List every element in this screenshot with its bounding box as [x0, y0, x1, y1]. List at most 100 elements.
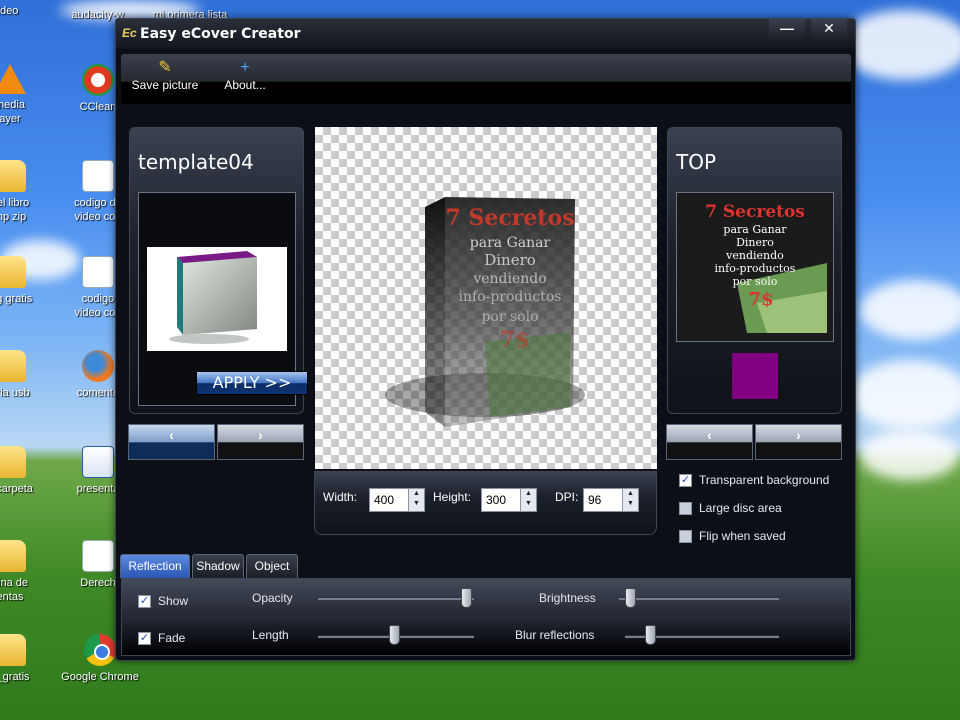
brightness-slider-thumb[interactable]	[625, 588, 636, 608]
desktop-icon-label: ideo	[0, 5, 19, 17]
height-input[interactable]: 300 ▲ ▼	[481, 488, 537, 512]
folder-icon	[0, 540, 26, 572]
desktop-icon-folder[interactable]: a carpeta	[0, 446, 50, 496]
flip-when-saved-checkbox[interactable]	[679, 530, 692, 543]
cover-next-button[interactable]: ›	[755, 424, 842, 460]
opacity-slider-thumb[interactable]	[461, 588, 472, 608]
desktop-icon-label: media ayer	[0, 99, 25, 125]
cover-line: info-productos	[459, 289, 562, 305]
dpi-input[interactable]: 96 ▲ ▼	[583, 488, 639, 512]
width-input[interactable]: 400 ▲ ▼	[369, 488, 425, 512]
folder-icon	[0, 256, 26, 288]
desktop-icon-folder[interactable]: ing gratis	[0, 256, 50, 306]
transparent-background-label: Transparent background	[699, 473, 830, 487]
width-value: 400	[374, 493, 395, 507]
thumb-line: vendiendo	[725, 249, 784, 262]
desktop-icon-folder[interactable]: oria usb	[0, 350, 50, 400]
cover-title: 7 Secretos	[445, 205, 574, 231]
word-document-icon	[82, 446, 114, 478]
cover-image-frame[interactable]: 7 Secretos para Ganar Dinero vendiendo i…	[676, 192, 834, 342]
spin-arrows-icon[interactable]: ▲ ▼	[622, 489, 638, 511]
cloud	[840, 10, 960, 80]
fade-label: Fade	[158, 631, 186, 645]
brightness-label: Brightness	[539, 591, 596, 605]
cover-preview-canvas[interactable]: 7 Secretos para Ganar Dinero vendiendo i…	[315, 127, 657, 469]
flip-when-saved-label: Flip when saved	[699, 529, 786, 543]
spin-arrows-icon[interactable]: ▲ ▼	[408, 489, 424, 511]
desktop-icon-folder[interactable]: del libro mp zip	[0, 160, 50, 224]
desktop-icon-label: del libro mp zip	[0, 197, 30, 223]
spin-arrows-icon[interactable]: ▲ ▼	[520, 489, 536, 511]
app-window: Ec Easy eCover Creator — ✕ ✎ Save pictur…	[115, 18, 856, 661]
desktop-icon-label: comente	[76, 387, 120, 399]
desktop-icon[interactable]: ideo	[0, 4, 48, 18]
cover-image-thumbnail: 7 Secretos para Ganar Dinero vendiendo i…	[681, 197, 829, 337]
thumb-title: 7 Secretos	[705, 202, 805, 222]
desktop-icon-folder[interactable]: gina de entas	[0, 540, 50, 604]
desktop-icon-vlc[interactable]: media ayer	[0, 64, 50, 126]
desktop-icon-label: oria usb	[0, 387, 30, 399]
template-name: template04	[138, 150, 254, 174]
cover-price: 7$	[500, 327, 531, 353]
cover-side-title: TOP	[676, 150, 717, 174]
close-button[interactable]: ✕	[811, 19, 847, 39]
thumb-line: info-productos	[715, 262, 796, 275]
document-icon	[82, 540, 114, 572]
show-checkbox[interactable]: ✓	[138, 595, 151, 608]
about-label: About...	[224, 78, 266, 92]
cover-line: por solo	[481, 309, 538, 325]
opacity-slider-track[interactable]	[318, 597, 474, 600]
pencil-icon: ✎	[158, 59, 172, 76]
app-logo-icon: Ec	[122, 26, 137, 40]
document-icon	[82, 256, 114, 288]
vlc-icon	[0, 64, 26, 94]
desktop-icon-label: presenta	[76, 483, 120, 495]
width-label: Width:	[323, 490, 358, 504]
chrome-icon	[84, 634, 116, 666]
tab-reflection[interactable]: Reflection	[120, 554, 190, 578]
length-slider-thumb[interactable]	[389, 625, 400, 645]
tab-object[interactable]: Object	[246, 554, 298, 578]
large-disc-area-label: Large disc area	[699, 501, 782, 515]
minimize-button[interactable]: —	[769, 19, 805, 39]
brightness-slider-track[interactable]	[619, 597, 779, 600]
cover-prev-button[interactable]: ‹	[666, 424, 753, 460]
desktop-icon-label: a carpeta	[0, 483, 33, 495]
template-next-button[interactable]: ›	[217, 424, 304, 460]
transparent-background-checkbox[interactable]: ✓	[679, 474, 692, 487]
folder-icon	[0, 446, 26, 478]
folder-icon	[0, 634, 26, 666]
dpi-label: DPI:	[555, 490, 579, 504]
cover-line: para Ganar	[470, 235, 551, 251]
desktop-icon-label: Derech	[80, 577, 116, 589]
template-preview-frame: APPLY >>	[138, 192, 308, 406]
cover-image-panel: TOP 7 Secretos para Ganar Dinero vendien…	[667, 127, 842, 414]
desktop-icon-label: Google Chrome	[61, 671, 139, 683]
height-label: Height:	[433, 490, 472, 504]
fade-checkbox[interactable]: ✓	[138, 632, 151, 645]
save-picture-button[interactable]: ✎ Save picture	[125, 58, 205, 92]
firefox-icon	[82, 350, 114, 382]
tab-shadow[interactable]: Shadow	[192, 554, 244, 578]
title-bar[interactable]: Ec Easy eCover Creator — ✕	[116, 19, 855, 49]
save-picture-label: Save picture	[131, 78, 199, 92]
apply-button[interactable]: APPLY >>	[196, 371, 308, 395]
about-button[interactable]: + About...	[215, 58, 275, 92]
show-label: Show	[158, 594, 189, 608]
plus-icon: +	[240, 59, 250, 76]
folder-icon	[0, 160, 26, 192]
cover-line: vendiendo	[472, 271, 546, 287]
blur-slider-thumb[interactable]	[645, 625, 656, 645]
color-swatch[interactable]	[732, 353, 778, 399]
dpi-value: 96	[588, 493, 602, 507]
ecover-3d-preview: 7 Secretos para Ganar Dinero vendiendo i…	[385, 197, 585, 427]
cloud	[860, 430, 960, 480]
cloud	[850, 360, 960, 430]
desktop-icon-folder[interactable]: o_gratis	[0, 634, 50, 684]
thumb-line: Dinero	[736, 236, 774, 249]
template-prev-button[interactable]: ‹	[128, 424, 215, 460]
large-disc-area-checkbox[interactable]	[679, 502, 692, 515]
desktop-icon-label: CClean	[79, 101, 117, 113]
size-controls: Width: 400 ▲ ▼ Height: 300 ▲ ▼ DPI: 96 ▲ ▼	[314, 471, 657, 535]
folder-icon	[0, 350, 26, 382]
